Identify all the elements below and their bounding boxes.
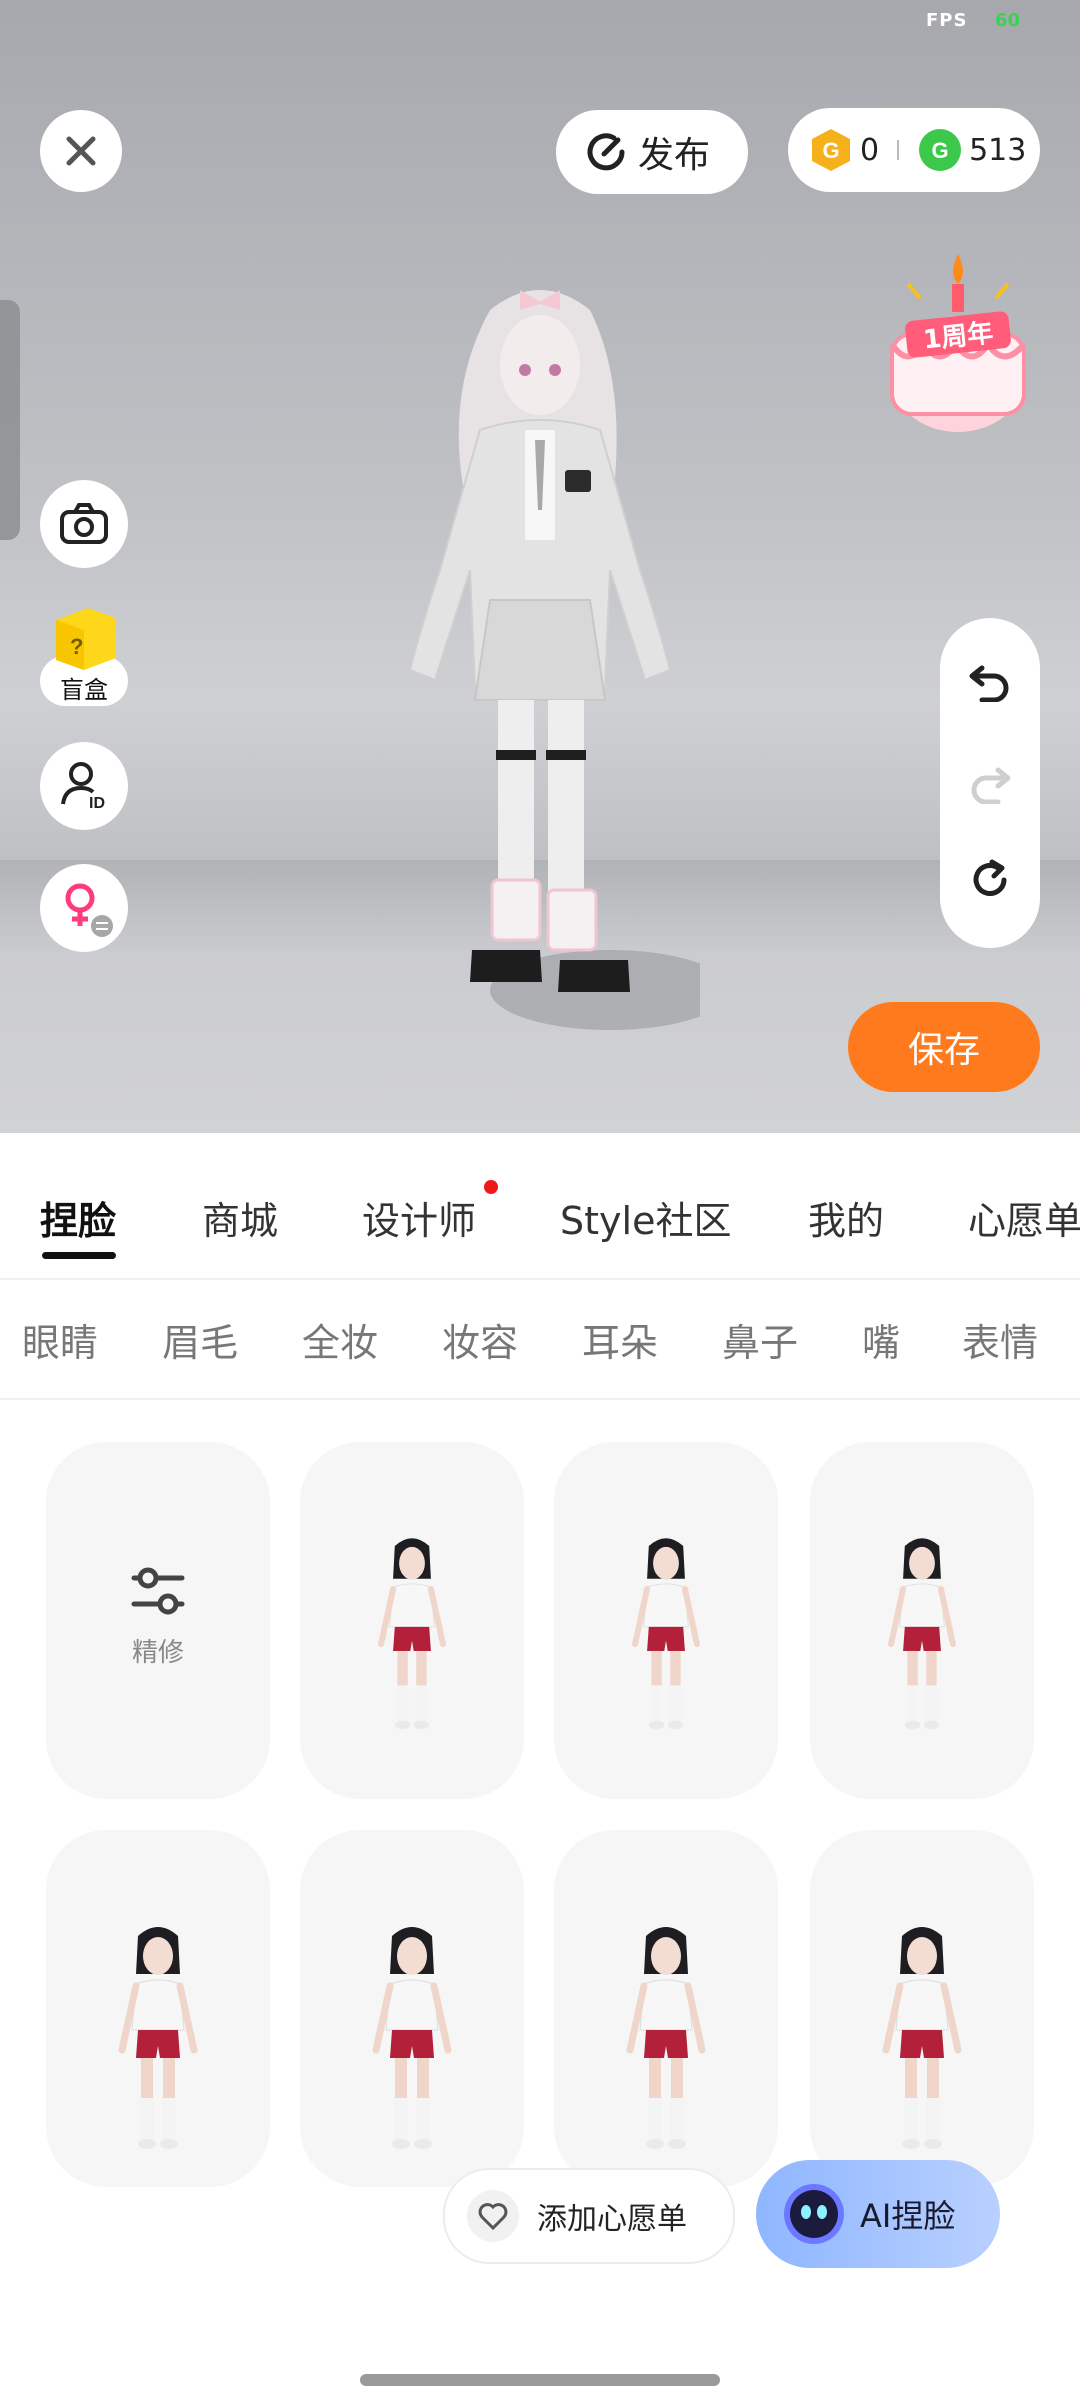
currency-panel[interactable]: G 0 G 513 bbox=[788, 108, 1040, 192]
side-drawer-handle[interactable] bbox=[0, 300, 20, 540]
tab-mine[interactable]: 我的 bbox=[808, 1190, 884, 1245]
face-preset-card[interactable] bbox=[300, 1830, 524, 2187]
publish-button[interactable]: 发布 bbox=[556, 110, 748, 194]
fps-label: FPS bbox=[926, 10, 968, 31]
sliders-icon bbox=[131, 1567, 185, 1615]
publish-label: 发布 bbox=[638, 135, 711, 176]
designer-notification-dot bbox=[484, 1180, 498, 1194]
tab-shop[interactable]: 商城 bbox=[202, 1190, 278, 1245]
publish-icon bbox=[587, 133, 625, 171]
preset-character-thumbnail bbox=[378, 1538, 446, 1730]
subtab-eyebrows[interactable]: 眉毛 bbox=[162, 1312, 238, 1367]
green-coin-count: 513 bbox=[969, 132, 1027, 168]
blindbox-label: 盲盒 bbox=[60, 676, 108, 704]
subtab-expression[interactable]: 表情 bbox=[962, 1312, 1038, 1367]
subtab-nose[interactable]: 鼻子 bbox=[722, 1312, 798, 1367]
tab-face[interactable]: 捏脸 bbox=[40, 1190, 116, 1245]
active-tab-indicator bbox=[42, 1252, 116, 1259]
refine-card[interactable]: 精修 bbox=[46, 1442, 270, 1799]
svg-text:G: G bbox=[932, 138, 949, 163]
undo-icon[interactable] bbox=[968, 658, 1012, 702]
svg-text:G: G bbox=[822, 138, 839, 163]
gold-coin-count: 0 bbox=[860, 132, 880, 168]
avatar-preview-scene[interactable]: FPS 60 发布 G 0 G 513 1周年 ? 盲盒 ID 保存 bbox=[0, 0, 1080, 1133]
gold-coin-icon: G bbox=[812, 129, 850, 171]
avatar-id-button[interactable]: ID bbox=[40, 742, 128, 830]
face-preset-card[interactable] bbox=[810, 1442, 1034, 1799]
home-indicator bbox=[360, 2374, 720, 2386]
redo-icon[interactable] bbox=[968, 760, 1012, 804]
mystery-box-icon: ? bbox=[56, 608, 116, 670]
female-swap-icon bbox=[65, 883, 113, 937]
history-panel bbox=[940, 618, 1040, 948]
preset-character-thumbnail bbox=[882, 1927, 962, 2149]
svg-text:ID: ID bbox=[89, 795, 105, 812]
face-preset-card[interactable] bbox=[300, 1442, 524, 1799]
subtab-makeup[interactable]: 妆容 bbox=[442, 1312, 518, 1367]
preset-character-thumbnail bbox=[632, 1538, 700, 1730]
refine-label: 精修 bbox=[131, 1638, 184, 1668]
green-coin-icon: G bbox=[919, 129, 962, 171]
tab-wishlist[interactable]: 心愿单 bbox=[968, 1190, 1080, 1245]
preset-character-thumbnail bbox=[888, 1538, 956, 1730]
subtab-mouth[interactable]: 嘴 bbox=[862, 1312, 900, 1367]
ai-face-button[interactable]: AI捏脸 bbox=[756, 2160, 1000, 2268]
face-preset-card[interactable] bbox=[46, 1830, 270, 2187]
blindbox-button[interactable]: ? 盲盒 bbox=[40, 602, 128, 708]
face-preset-card[interactable] bbox=[554, 1442, 778, 1799]
currency-divider bbox=[897, 140, 900, 160]
face-preset-card[interactable] bbox=[554, 1830, 778, 2187]
camera-button[interactable] bbox=[40, 480, 128, 568]
subtab-eyes[interactable]: 眼睛 bbox=[22, 1312, 98, 1367]
subtab-ears[interactable]: 耳朵 bbox=[582, 1312, 658, 1367]
fps-value: 60 bbox=[995, 10, 1021, 31]
tab-style-community[interactable]: Style社区 bbox=[560, 1190, 731, 1245]
heart-icon-wrap bbox=[467, 2190, 519, 2242]
tab-designer[interactable]: 设计师 bbox=[362, 1190, 476, 1245]
ai-face-label: AI捏脸 bbox=[860, 2197, 956, 2235]
preset-character-thumbnail bbox=[118, 1927, 198, 2149]
anniversary-cake-badge[interactable]: 1周年 bbox=[878, 234, 1038, 444]
add-to-wishlist-button[interactable]: 添加心愿单 bbox=[443, 2168, 735, 2264]
camera-icon bbox=[60, 503, 108, 544]
avatar-character bbox=[408, 290, 700, 1030]
close-button[interactable] bbox=[40, 110, 122, 192]
close-icon bbox=[66, 136, 96, 166]
save-button[interactable]: 保存 bbox=[848, 1002, 1040, 1092]
subtab-full-makeup[interactable]: 全妆 bbox=[302, 1312, 378, 1367]
heart-icon bbox=[478, 2203, 508, 2230]
wishlist-label: 添加心愿单 bbox=[537, 2202, 687, 2237]
preset-character-thumbnail bbox=[626, 1927, 706, 2149]
user-id-icon: ID bbox=[61, 762, 105, 812]
face-preset-card[interactable] bbox=[810, 1830, 1034, 2187]
main-tab-bar bbox=[0, 1133, 1080, 1280]
reset-icon[interactable] bbox=[968, 858, 1012, 902]
gender-switch-button[interactable] bbox=[40, 864, 128, 952]
ai-robot-icon bbox=[784, 2184, 844, 2244]
preset-character-thumbnail bbox=[372, 1927, 452, 2149]
svg-text:?: ? bbox=[70, 634, 83, 659]
